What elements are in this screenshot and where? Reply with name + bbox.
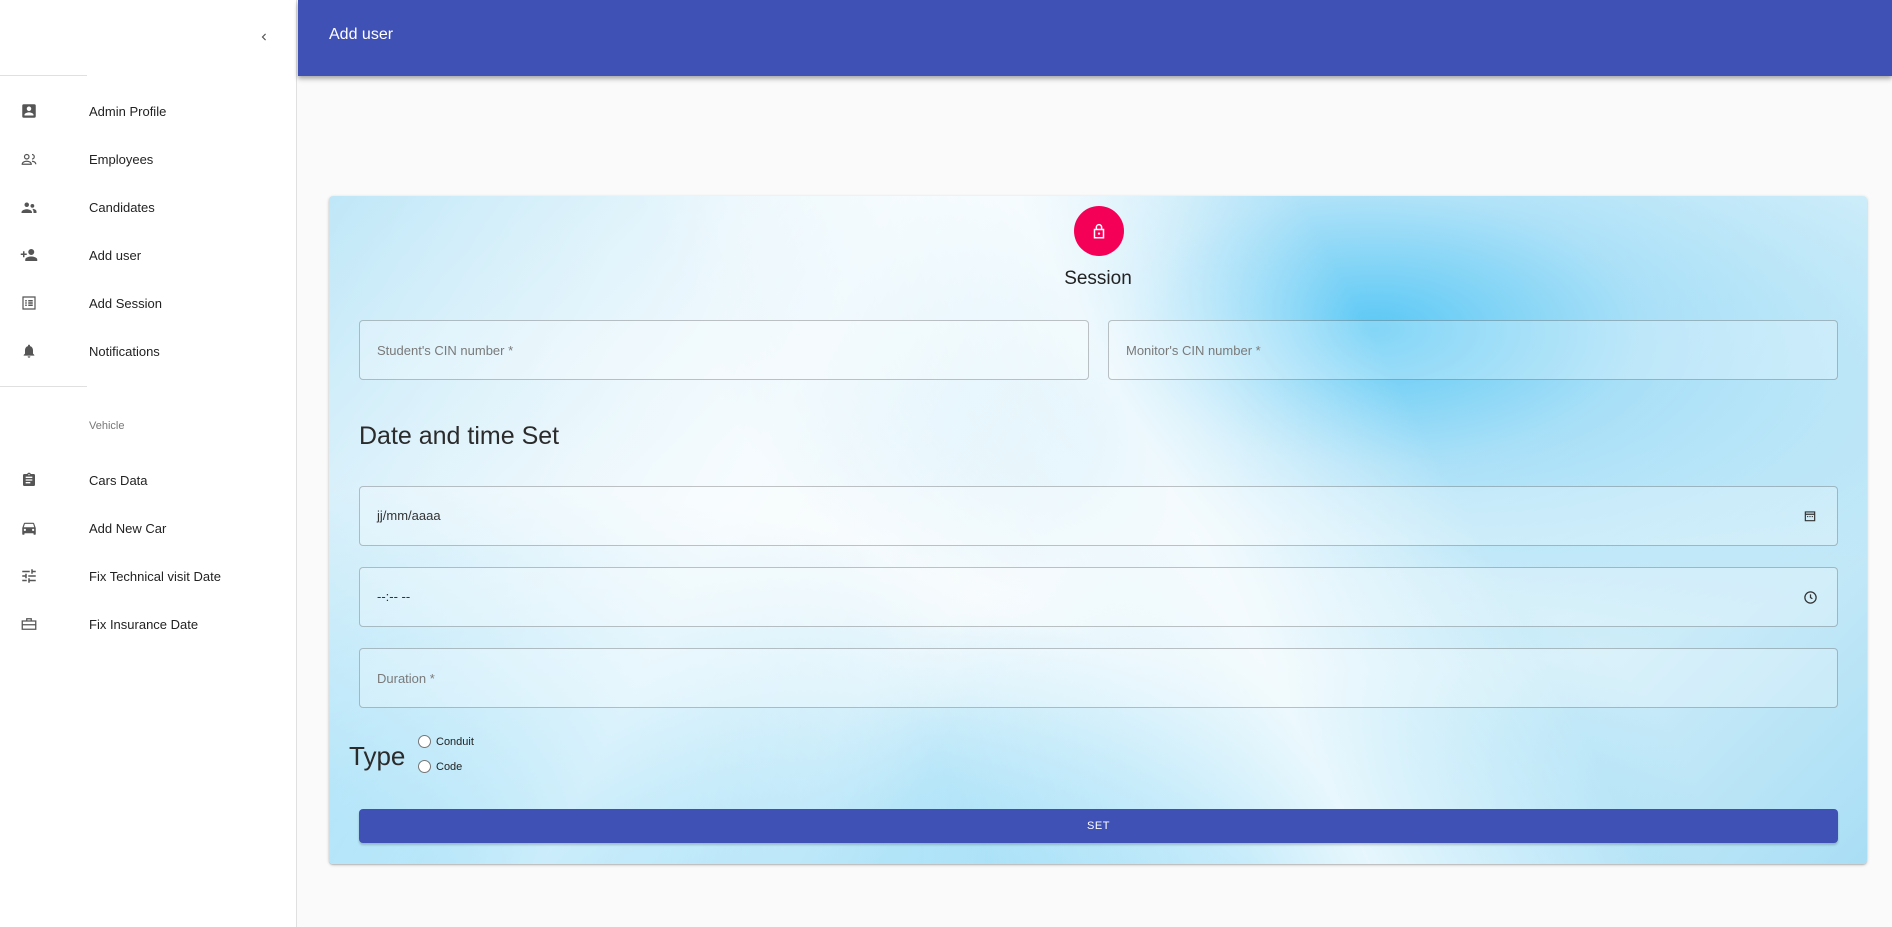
sidebar-item-cars-data[interactable]: Cars Data — [0, 456, 296, 504]
chevron-left-icon[interactable] — [252, 25, 276, 49]
monitor-cin-field[interactable] — [1108, 320, 1838, 380]
duration-field[interactable] — [359, 648, 1838, 708]
sidebar-item-admin-profile[interactable]: Admin Profile — [0, 87, 296, 135]
sidebar-divider — [0, 386, 87, 387]
sidebar-item-label: Admin Profile — [89, 103, 167, 119]
radio-code[interactable] — [418, 760, 431, 773]
sidebar-item-fix-insurance-date[interactable]: Fix Insurance Date — [0, 600, 296, 648]
sidebar-divider — [0, 75, 87, 76]
assignment-icon — [19, 470, 39, 490]
monitor-cin-input[interactable] — [1109, 321, 1837, 379]
sidebar-item-add-new-car[interactable]: Add New Car — [0, 504, 296, 552]
radio-option-conduit[interactable]: Conduit — [418, 735, 474, 748]
sidebar-item-employees[interactable]: Employees — [0, 135, 296, 183]
people-outline-icon — [19, 149, 39, 169]
form-title: Session — [1064, 268, 1132, 289]
type-label: Type — [349, 741, 406, 771]
date-value: jj/mm/aaaa — [377, 508, 441, 523]
tune-icon — [19, 566, 39, 586]
student-cin-field[interactable] — [359, 320, 1089, 380]
sidebar-item-label: Notifications — [89, 343, 160, 359]
time-field[interactable]: --:-- -- — [359, 567, 1838, 627]
calendar-icon[interactable] — [1801, 507, 1819, 525]
sidebar-item-label: Add New Car — [89, 520, 167, 536]
sidebar-item-notifications[interactable]: Notifications — [0, 327, 296, 375]
sidebar-item-label: Add user — [89, 247, 142, 263]
sidebar-item-label: Employees — [89, 151, 154, 167]
supervisor-account-icon — [19, 197, 39, 217]
car-icon — [19, 518, 39, 538]
lock-outlined-icon — [1074, 206, 1124, 256]
work-icon — [19, 614, 39, 634]
sidebar-item-label: Fix Insurance Date — [89, 616, 199, 632]
list-alt-icon — [19, 293, 39, 313]
radio-conduit[interactable] — [418, 735, 431, 748]
date-field[interactable]: jj/mm/aaaa — [359, 486, 1838, 546]
session-form-card: Session Date and time Set jj/mm/aaaa --:… — [329, 196, 1867, 864]
person-add-icon — [19, 245, 39, 265]
sidebar-item-add-session[interactable]: Add Session — [0, 279, 296, 327]
account-box-icon — [19, 101, 39, 121]
sidebar-item-label: Add Session — [89, 295, 162, 311]
set-button[interactable]: SET — [359, 809, 1838, 843]
sidebar-item-fix-technical-visit-date[interactable]: Fix Technical visit Date — [0, 552, 296, 600]
sidebar-item-label: Candidates — [89, 199, 155, 215]
sidebar-section-label: Vehicle — [89, 420, 125, 432]
sidebar-item-label: Fix Technical visit Date — [89, 568, 221, 584]
app-bar: Add user — [298, 0, 1892, 76]
radio-label-conduit: Conduit — [436, 735, 474, 748]
sidebar: Admin Profile Employees Candidates Add u… — [0, 0, 297, 927]
notifications-icon — [19, 341, 39, 361]
duration-input[interactable] — [360, 649, 1837, 707]
sidebar-item-add-user[interactable]: Add user — [0, 231, 296, 279]
radio-label-code: Code — [436, 760, 463, 773]
radio-option-code[interactable]: Code — [418, 760, 462, 773]
clock-icon[interactable] — [1801, 588, 1819, 606]
time-value: --:-- -- — [377, 589, 411, 604]
sidebar-item-label: Cars Data — [89, 472, 148, 488]
sidebar-item-candidates[interactable]: Candidates — [0, 183, 296, 231]
student-cin-input[interactable] — [360, 321, 1088, 379]
datetime-heading: Date and time Set — [359, 422, 560, 450]
page-title: Add user — [329, 26, 394, 43]
